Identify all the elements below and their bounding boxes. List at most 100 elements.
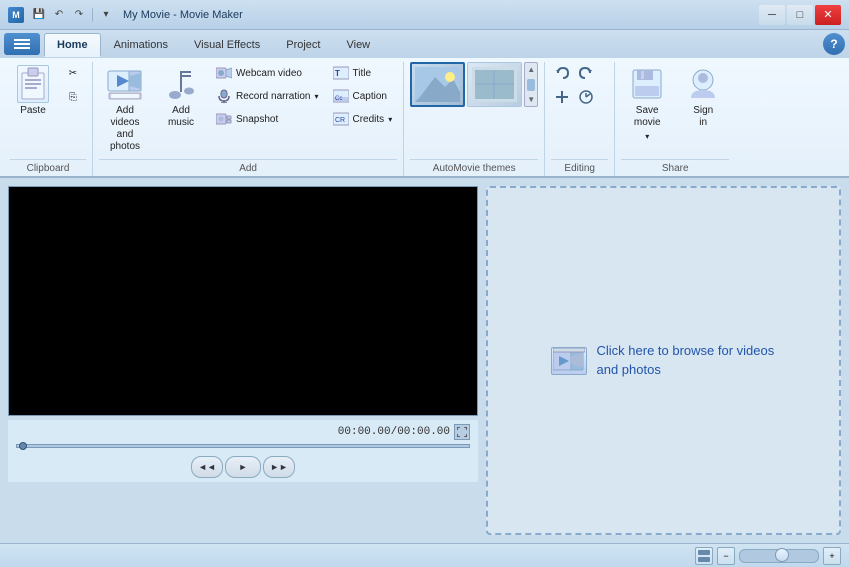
save-movie-button[interactable]: Savemovie ▾ (621, 62, 673, 145)
add-group: Add videosand photos Addm (93, 62, 404, 176)
clipboard-content: Paste ✂ ⎘ (10, 62, 86, 157)
save-movie-label: Savemovie (634, 105, 661, 129)
video-panel: 00:00.00/00:00.00 ◄◄ ► (8, 186, 478, 535)
theme-item-1[interactable] (410, 62, 465, 107)
clipboard-svg (19, 67, 47, 101)
snapshot-icon (216, 111, 232, 127)
prev-frame-button[interactable]: ◄◄ (191, 456, 223, 478)
main-content: 00:00.00/00:00.00 ◄◄ ► (0, 178, 849, 543)
clipboard-small-btns: ✂ ⎘ (60, 62, 86, 108)
zoom-slider[interactable] (739, 549, 819, 563)
tab-view[interactable]: View (333, 32, 383, 56)
video-controls: 00:00.00/00:00.00 ◄◄ ► (8, 420, 478, 482)
svg-text:Cc: Cc (335, 96, 342, 102)
browse-content: Click here to browse for videos and phot… (551, 342, 777, 378)
sign-in-icon (685, 66, 721, 102)
add-music-label: Addmusic (168, 105, 194, 129)
share-area: Savemovie ▾ Signin (621, 62, 729, 145)
add-content: Add videosand photos Addm (99, 62, 397, 157)
text-small-col: T Title Cc Caption (328, 62, 398, 130)
tab-visual-effects[interactable]: Visual Effects (181, 32, 273, 56)
caption-icon: Cc (333, 88, 349, 104)
progress-handle[interactable] (19, 442, 27, 450)
save-movie-dropdown: ▾ (645, 132, 649, 141)
theme-item-2[interactable] (467, 62, 522, 107)
add-videos-icon-area (107, 66, 143, 102)
edit-rotate-left-button[interactable] (551, 62, 573, 84)
edit-rotate-right-button[interactable] (575, 62, 597, 84)
add-music-button[interactable]: Addmusic (155, 62, 207, 133)
snapshot-button[interactable]: Snapshot (211, 108, 324, 130)
playback-controls: ◄◄ ► ►► (16, 456, 470, 478)
play-icon: ► (239, 462, 248, 472)
editing-label: Editing (551, 159, 608, 176)
sign-in-button[interactable]: Signin (677, 62, 729, 145)
maximize-button[interactable]: □ (787, 5, 813, 25)
zoom-in-button[interactable]: + (823, 547, 841, 565)
undo-button[interactable]: ↶ (50, 6, 68, 24)
qat-separator (92, 8, 93, 22)
credits-button[interactable]: CR Credits ▾ (328, 108, 398, 130)
editing-group: Editing (545, 62, 615, 176)
rotate-left-icon (554, 65, 570, 81)
zoom-thumb[interactable] (775, 548, 789, 562)
copy-button[interactable]: ⎘ (60, 86, 86, 108)
tab-animations[interactable]: Animations (101, 32, 181, 56)
redo-button[interactable]: ↷ (70, 6, 88, 24)
quick-access-toolbar: 💾 ↶ ↷ ▾ (30, 6, 115, 24)
app-menu-button[interactable] (4, 33, 40, 55)
snapshot-label: Snapshot (236, 114, 278, 125)
clipboard-group: Paste ✂ ⎘ Clipboard (4, 62, 93, 176)
play-button[interactable]: ► (225, 456, 261, 478)
theme-scrollbar[interactable]: ▲ ▼ (524, 62, 538, 107)
browse-text: Click here to browse for videos and phot… (597, 342, 777, 378)
title-button[interactable]: T Title (328, 62, 398, 84)
record-narration-dropdown: ▾ (314, 92, 318, 101)
record-narration-button[interactable]: Record narration ▾ (211, 85, 324, 107)
add-label: Add (99, 159, 397, 176)
ribbon-content: Paste ✂ ⎘ Clipboard (0, 58, 849, 176)
help-button[interactable]: ? (823, 33, 845, 55)
svg-text:T: T (335, 69, 340, 78)
edit-speed-button[interactable] (575, 86, 597, 108)
minimize-button[interactable]: ─ (759, 5, 785, 25)
record-narration-label: Record narration (236, 91, 310, 102)
rotate-right-icon (578, 65, 594, 81)
timeline-view-button[interactable] (695, 547, 713, 565)
window-title: My Movie - Movie Maker (123, 9, 759, 21)
title-bar: M 💾 ↶ ↷ ▾ My Movie - Movie Maker ─ □ ✕ (0, 0, 849, 30)
next-frame-icon: ►► (270, 462, 288, 472)
tab-project[interactable]: Project (273, 32, 333, 56)
timeline-icon (698, 550, 710, 562)
automovie-label: AutoMovie themes (410, 159, 538, 176)
zoom-in-icon: + (829, 551, 834, 561)
save-button[interactable]: 💾 (30, 6, 48, 24)
title-icon: T (333, 65, 349, 81)
next-frame-button[interactable]: ►► (263, 456, 295, 478)
edit-trim-button[interactable] (551, 86, 573, 108)
fullscreen-button[interactable] (454, 424, 470, 440)
add-videos-label: Add videosand photos (102, 105, 148, 153)
status-bar: − + (0, 543, 849, 567)
qat-dropdown[interactable]: ▾ (97, 6, 115, 24)
close-button[interactable]: ✕ (815, 5, 841, 25)
zoom-out-button[interactable]: − (717, 547, 735, 565)
credits-label: Credits (353, 114, 385, 125)
cut-button[interactable]: ✂ (60, 62, 86, 84)
webcam-video-button[interactable]: Webcam video (211, 62, 324, 84)
paste-label: Paste (20, 105, 46, 116)
automovie-group: ▲ ▼ AutoMovie themes (404, 62, 545, 176)
browse-panel[interactable]: Click here to browse for videos and phot… (486, 186, 841, 535)
add-videos-button[interactable]: Add videosand photos (99, 62, 151, 157)
share-label: Share (621, 159, 729, 176)
add-music-icon-area (163, 66, 199, 102)
save-movie-icon (631, 68, 663, 100)
time-display: 00:00.00/00:00.00 (338, 426, 450, 438)
time-display-area: 00:00.00/00:00.00 (16, 424, 470, 440)
menu-icon (14, 38, 30, 50)
caption-button[interactable]: Cc Caption (328, 85, 398, 107)
window-controls: ─ □ ✕ (759, 5, 841, 25)
paste-button[interactable]: Paste (10, 62, 56, 119)
tab-home[interactable]: Home (44, 33, 101, 57)
progress-bar[interactable] (16, 444, 470, 448)
